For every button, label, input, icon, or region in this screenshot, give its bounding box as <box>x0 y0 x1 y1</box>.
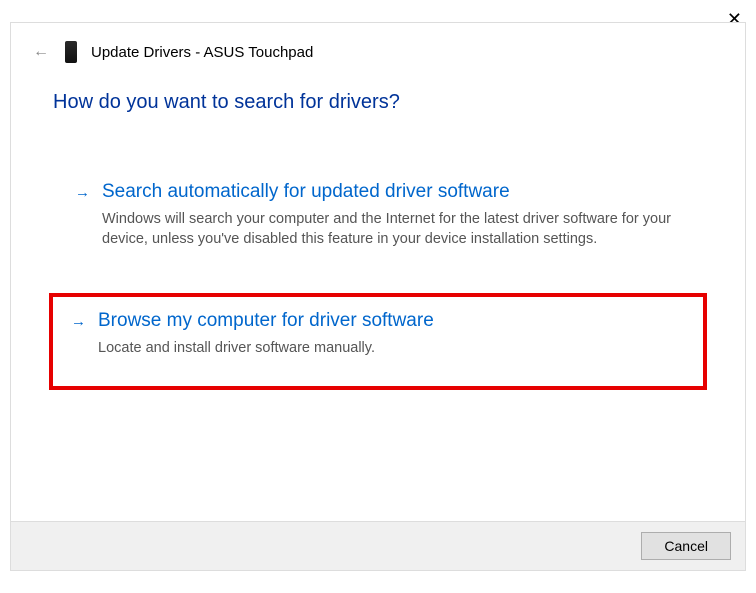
page-heading: How do you want to search for drivers? <box>53 91 703 114</box>
dialog-title: Update Drivers - ASUS Touchpad <box>91 44 313 61</box>
option-search-automatically[interactable]: → Search automatically for updated drive… <box>53 160 703 271</box>
dialog-footer: Cancel <box>11 521 745 570</box>
arrow-right-icon: → <box>71 313 86 330</box>
option-title: Browse my computer for driver software <box>98 309 685 334</box>
arrow-right-icon: → <box>75 184 90 201</box>
option-browse-computer[interactable]: → Browse my computer for driver software… <box>49 293 707 390</box>
update-drivers-dialog: ← Update Drivers - ASUS Touchpad How do … <box>10 22 746 571</box>
option-description: Locate and install driver software manua… <box>98 338 685 358</box>
option-title: Search automatically for updated driver … <box>102 180 681 205</box>
back-arrow-icon[interactable]: ← <box>31 43 51 61</box>
dialog-content: How do you want to search for drivers? →… <box>11 63 745 521</box>
device-icon <box>65 41 77 63</box>
dialog-header: ← Update Drivers - ASUS Touchpad <box>11 23 745 63</box>
cancel-button[interactable]: Cancel <box>641 532 731 560</box>
option-description: Windows will search your computer and th… <box>102 209 681 250</box>
